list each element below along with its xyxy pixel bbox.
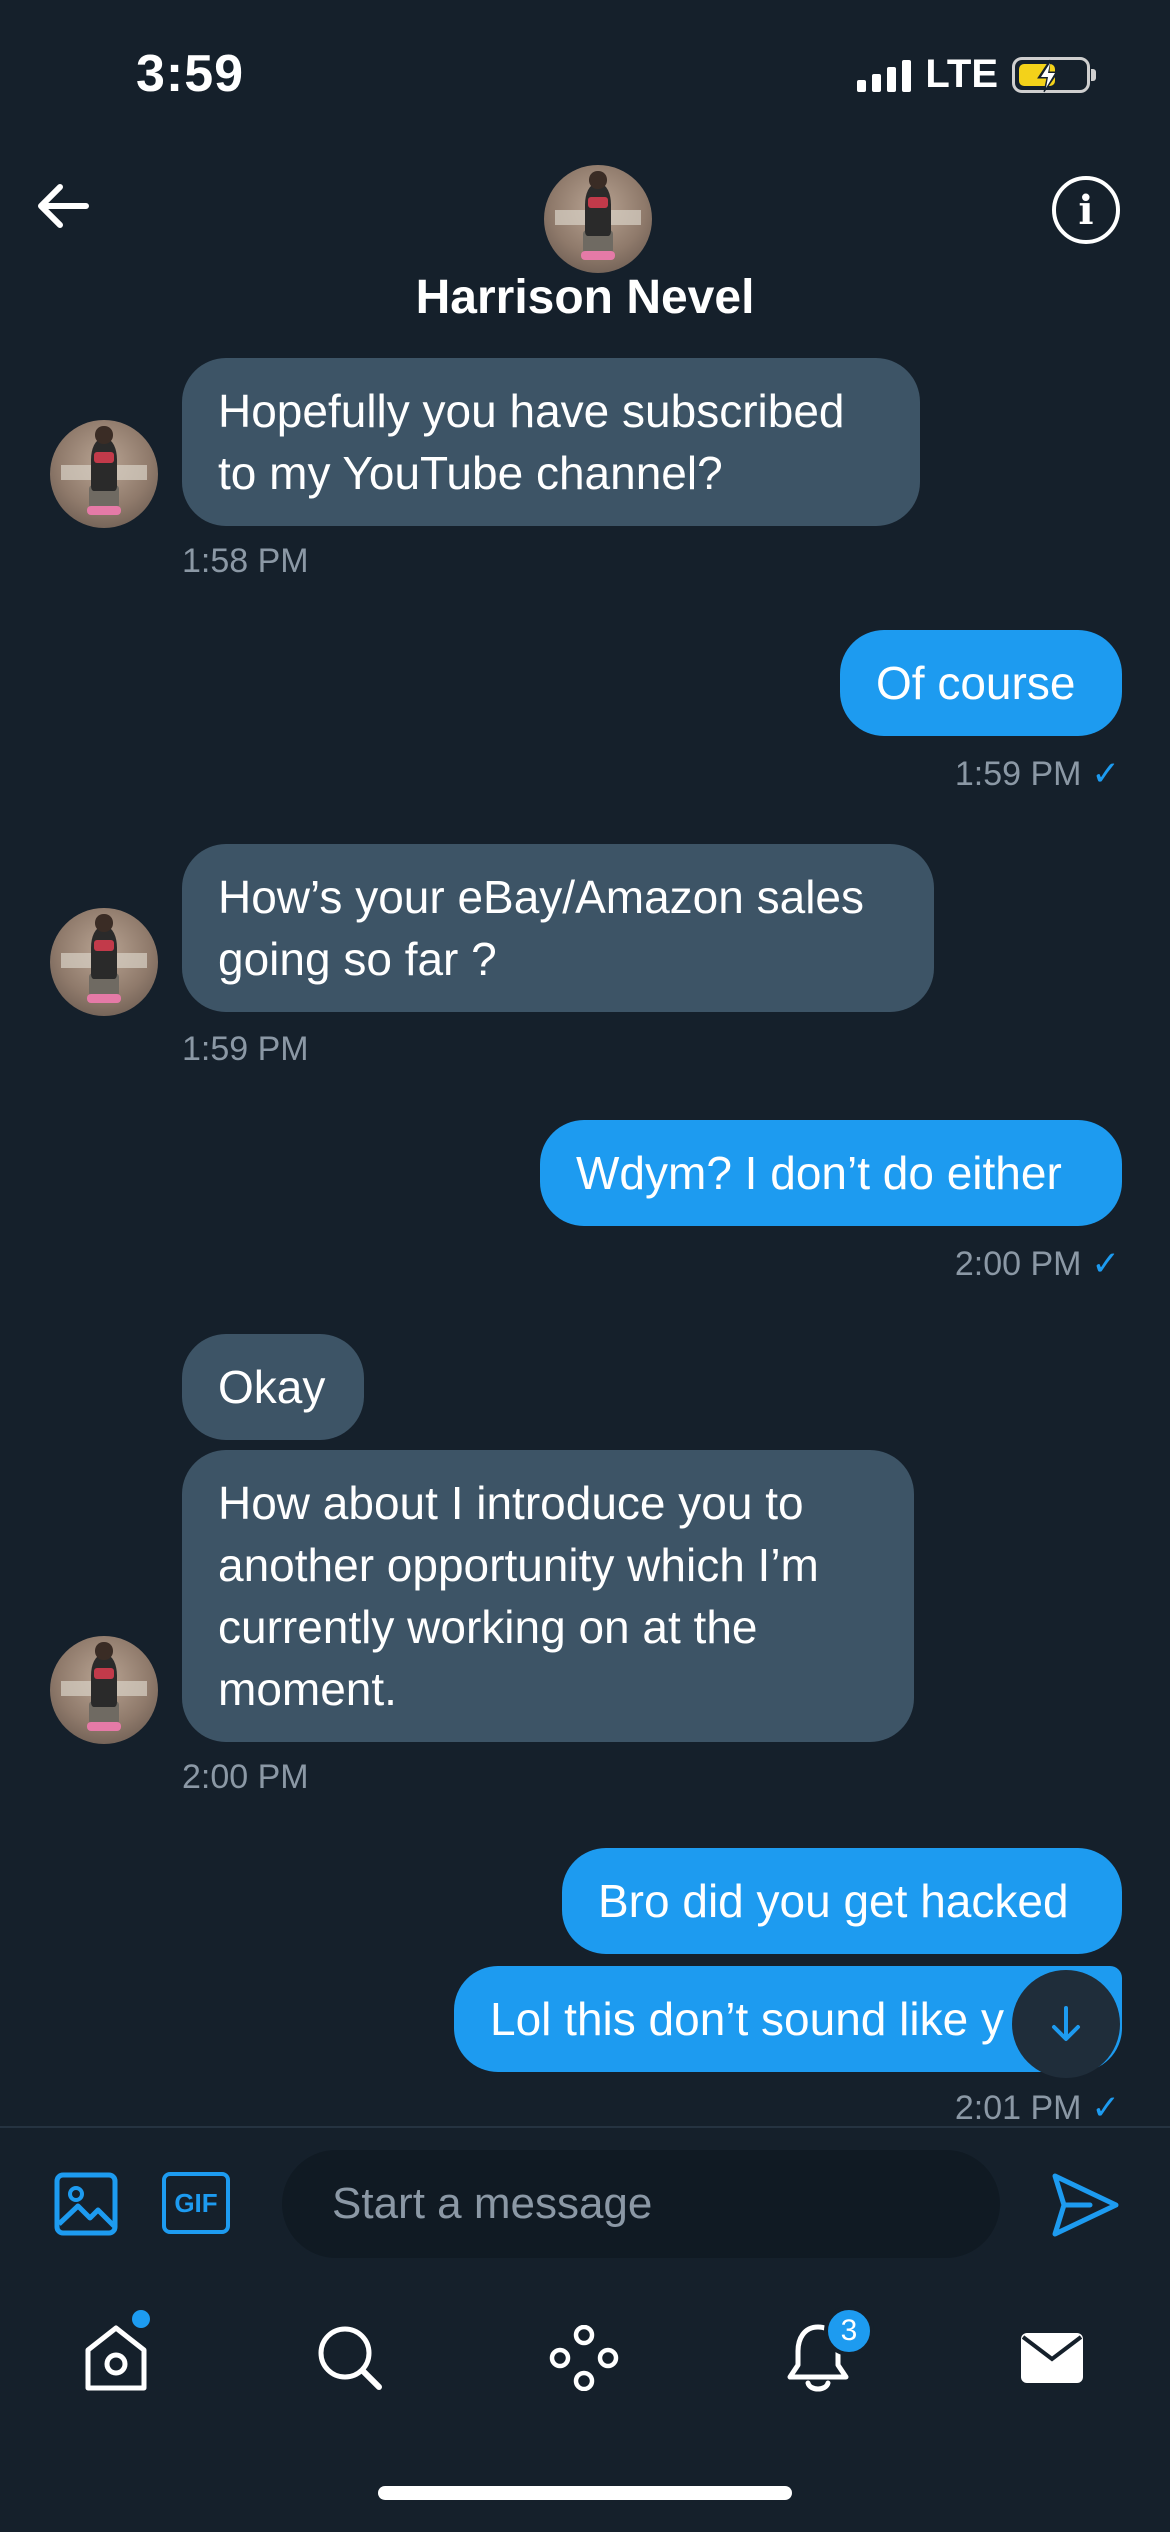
read-check-icon: ✓ [1091, 755, 1121, 793]
message-bubble-incoming[interactable]: Hopefully you have subscribed to my YouT… [182, 358, 920, 526]
search-icon [318, 2326, 382, 2390]
header-avatar[interactable] [544, 165, 652, 273]
home-unread-dot [132, 2310, 150, 2328]
status-time: 3:59 [136, 45, 245, 103]
message-timestamp: 2:00 PM [182, 1758, 309, 1796]
message-input[interactable] [282, 2150, 1000, 2258]
message-bubble-incoming[interactable]: Okay [182, 1334, 364, 1440]
send-icon [1052, 2173, 1119, 2237]
back-arrow-icon [38, 184, 89, 228]
send-button[interactable] [1050, 2170, 1120, 2240]
arrow-down-icon [1052, 2006, 1080, 2041]
message-bubble-outgoing[interactable]: Bro did you get hacked [562, 1848, 1122, 1954]
back-button[interactable] [28, 176, 98, 236]
avatar[interactable] [50, 1636, 158, 1744]
message-bubble-incoming[interactable]: How about I introduce you to another opp… [182, 1450, 914, 1742]
nav-messages[interactable] [1012, 2318, 1092, 2398]
info-button[interactable]: i [1052, 176, 1120, 244]
gif-icon: GIF [174, 2187, 218, 2218]
scroll-to-bottom-button[interactable] [1012, 1970, 1120, 2078]
gif-button[interactable]: GIF [162, 2172, 230, 2234]
notifications-badge: 3 [824, 2306, 874, 2356]
info-icon: i [1078, 186, 1094, 234]
status-indicators: LTE [857, 52, 1096, 97]
spaces-icon [549, 2325, 619, 2391]
composer-divider [0, 2126, 1170, 2128]
message-bubble-outgoing[interactable]: Of course [840, 630, 1122, 736]
home-indicator[interactable] [378, 2486, 792, 2500]
home-icon [85, 2325, 147, 2391]
message-bubble-outgoing[interactable]: Wdym? I don’t do either [540, 1120, 1122, 1226]
avatar[interactable] [50, 908, 158, 1016]
nav-search[interactable] [310, 2318, 390, 2398]
image-icon [54, 2172, 118, 2236]
avatar[interactable] [50, 420, 158, 528]
message-timestamp-row: 1:59 PM ✓ [955, 754, 1120, 794]
nav-home[interactable] [76, 2318, 156, 2398]
message-timestamp: 1:59 PM [182, 1030, 309, 1068]
message-timestamp: 2:01 PM [954, 2089, 1082, 2127]
message-timestamp-row: 2:00 PM ✓ [955, 1244, 1120, 1284]
message-timestamp: 1:58 PM [182, 542, 309, 580]
read-check-icon: ✓ [1091, 1245, 1121, 1283]
nav-spaces[interactable] [544, 2318, 624, 2398]
message-timestamp: 1:59 PM [954, 755, 1082, 793]
battery-icon [1012, 56, 1096, 93]
message-timestamp: 2:00 PM [954, 1245, 1082, 1283]
mail-icon [1021, 2333, 1083, 2383]
contact-name[interactable]: Harrison Nevel [0, 270, 1170, 325]
message-timestamp-row: 2:01 PM ✓ [955, 2088, 1120, 2128]
network-label: LTE [925, 52, 998, 96]
media-button[interactable] [54, 2172, 118, 2236]
read-check-icon: ✓ [1091, 2089, 1121, 2127]
signal-icon [857, 58, 912, 92]
message-bubble-incoming[interactable]: How’s your eBay/Amazon sales going so fa… [182, 844, 934, 1012]
